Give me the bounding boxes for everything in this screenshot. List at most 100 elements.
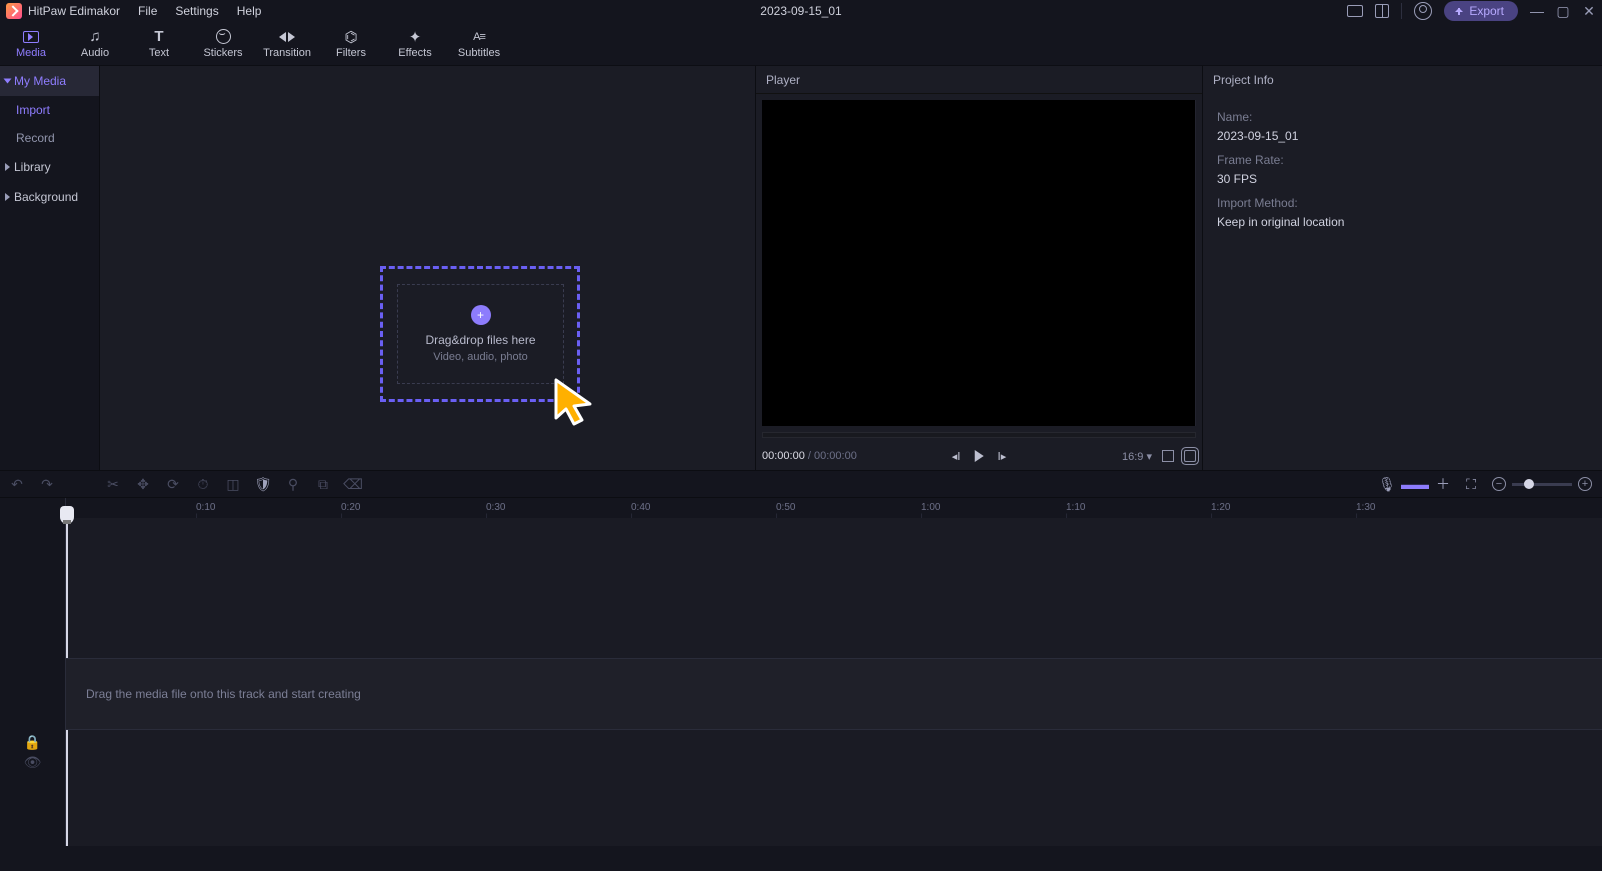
tab-text[interactable]: Text: [136, 29, 182, 59]
tab-transition[interactable]: Transition: [264, 29, 310, 59]
tab-effects-label: Effects: [398, 47, 431, 59]
undo-button[interactable]: ↶: [10, 477, 24, 491]
empty-area-top: [66, 518, 1602, 628]
next-frame-button[interactable]: Ⅰ▸: [998, 450, 1007, 463]
move-button[interactable]: ✥: [136, 477, 150, 491]
player-controls: 00:00:00 / 00:00:00 ◂Ⅰ Ⅰ▸ 16:9 ▾: [756, 442, 1202, 470]
fullscreen-button[interactable]: [1184, 450, 1196, 462]
marker-button[interactable]: 🛡: [256, 477, 270, 491]
ruler-tick: 1:00: [921, 502, 940, 513]
sidebar-label-library: Library: [14, 160, 51, 174]
chevron-right-icon: [5, 193, 10, 201]
ruler-tick: 0:40: [631, 502, 650, 513]
tab-subtitles-label: Subtitles: [458, 47, 500, 59]
tab-effects[interactable]: Effects: [392, 29, 438, 59]
track-button[interactable]: ⧉: [316, 477, 330, 491]
sidebar-item-background[interactable]: Background: [0, 182, 99, 212]
snapshot-button[interactable]: [1162, 450, 1174, 462]
tab-filters[interactable]: Filters: [328, 29, 374, 59]
export-button[interactable]: Export: [1444, 1, 1518, 21]
auto-cut-button[interactable]: ▬▬: [1408, 477, 1422, 491]
menu-help[interactable]: Help: [237, 4, 262, 18]
audio-icon: [86, 29, 104, 45]
window-minimize-button[interactable]: [1530, 4, 1544, 18]
import-dropzone[interactable]: + Drag&drop files here Video, audio, pho…: [397, 284, 564, 384]
aspect-ratio-select[interactable]: 16:9 ▾: [1122, 450, 1152, 463]
tab-transition-label: Transition: [263, 47, 311, 59]
sidebar-item-my-media[interactable]: My Media: [0, 66, 99, 96]
lock-track-icon[interactable]: 🔒: [26, 735, 40, 749]
prev-frame-button[interactable]: ◂Ⅰ: [952, 450, 961, 463]
player-viewport[interactable]: [762, 100, 1196, 426]
sidebar-item-import[interactable]: Import: [0, 96, 99, 124]
player-progress[interactable]: [762, 432, 1196, 438]
keyboard-shortcuts-icon[interactable]: [1347, 5, 1363, 17]
ruler-tick: 1:20: [1211, 502, 1230, 513]
ruler-tick: 1:10: [1066, 502, 1085, 513]
subtitles-icon: [470, 29, 488, 45]
text-icon: [150, 29, 168, 45]
sidebar-item-library[interactable]: Library: [0, 152, 99, 182]
timeline-tracks[interactable]: Drag the media file onto this track and …: [66, 518, 1602, 846]
tab-media[interactable]: Media: [8, 29, 54, 59]
speed-button[interactable]: ⏱: [196, 477, 210, 491]
sidebar-item-record[interactable]: Record: [0, 124, 99, 152]
account-icon[interactable]: [1414, 2, 1432, 20]
transition-icon: [279, 32, 295, 42]
import-method-value: Keep in original location: [1217, 215, 1588, 229]
zoom-out-button[interactable]: −: [1492, 477, 1506, 491]
tab-media-label: Media: [16, 47, 46, 59]
guide-icon[interactable]: [1375, 4, 1389, 18]
chevron-right-icon: [5, 163, 10, 171]
adjust-button[interactable]: ⚲: [286, 477, 300, 491]
voiceover-button[interactable]: 🎙: [1380, 477, 1394, 491]
timecode-sep: /: [805, 450, 814, 462]
video-track[interactable]: Drag the media file onto this track and …: [66, 658, 1602, 730]
visibility-icon[interactable]: 👁: [26, 755, 40, 769]
crop-button[interactable]: ◫: [226, 477, 240, 491]
zoom-in-button[interactable]: +: [1578, 477, 1592, 491]
tab-text-label: Text: [149, 47, 169, 59]
redo-button[interactable]: ↷: [40, 477, 54, 491]
zoom-slider[interactable]: − +: [1492, 477, 1592, 491]
tool-ribbon: Media Audio Text Stickers Transition Fil…: [0, 22, 1602, 66]
player-title: Player: [756, 66, 1202, 94]
dropzone-line1: Drag&drop files here: [425, 333, 535, 347]
timecode-current: 00:00:00: [762, 450, 805, 462]
timeline: 🔒 👁 Drag the media file onto this track …: [0, 518, 1602, 846]
add-marker-button[interactable]: ＋: [1436, 477, 1450, 491]
menu-file[interactable]: File: [138, 4, 157, 18]
timecode: 00:00:00 / 00:00:00: [762, 450, 857, 462]
tab-stickers[interactable]: Stickers: [200, 29, 246, 59]
tab-audio[interactable]: Audio: [72, 29, 118, 59]
cut-button[interactable]: ✂: [106, 477, 120, 491]
zoom-track[interactable]: [1512, 483, 1572, 486]
sticker-icon: [216, 29, 231, 44]
divider: [1401, 3, 1402, 19]
rotate-button[interactable]: ⟳: [166, 477, 180, 491]
tab-subtitles[interactable]: Subtitles: [456, 29, 502, 59]
play-button[interactable]: [975, 450, 984, 462]
ruler-tick: 0:30: [486, 502, 505, 513]
sidebar-label-background: Background: [14, 190, 78, 204]
menu-settings[interactable]: Settings: [175, 4, 218, 18]
timeline-ruler[interactable]: 0:100:200:300:400:501:001:101:201:30: [0, 498, 1602, 518]
sidebar-label-my-media: My Media: [14, 74, 66, 88]
tab-audio-label: Audio: [81, 47, 109, 59]
menu-bar: File Settings Help: [138, 4, 261, 18]
player-panel: Player 00:00:00 / 00:00:00 ◂Ⅰ Ⅰ▸ 16:9 ▾: [755, 66, 1202, 470]
media-panel: + Drag&drop files here Video, audio, pho…: [100, 66, 755, 470]
timecode-duration: 00:00:00: [814, 450, 857, 462]
ruler-tick: 0:10: [196, 502, 215, 513]
fit-button[interactable]: ⛶: [1464, 477, 1478, 491]
window-close-button[interactable]: [1582, 4, 1596, 18]
ruler-tick: 0:20: [341, 502, 360, 513]
delete-button[interactable]: ⌫: [346, 477, 360, 491]
chevron-down-icon: [4, 79, 12, 84]
media-sidebar: My Media Import Record Library Backgroun…: [0, 66, 100, 470]
upload-icon: [1454, 6, 1464, 16]
dropzone-line2: Video, audio, photo: [433, 351, 528, 363]
zoom-thumb[interactable]: [1524, 479, 1534, 489]
main-row: My Media Import Record Library Backgroun…: [0, 66, 1602, 470]
window-maximize-button[interactable]: [1556, 4, 1570, 18]
